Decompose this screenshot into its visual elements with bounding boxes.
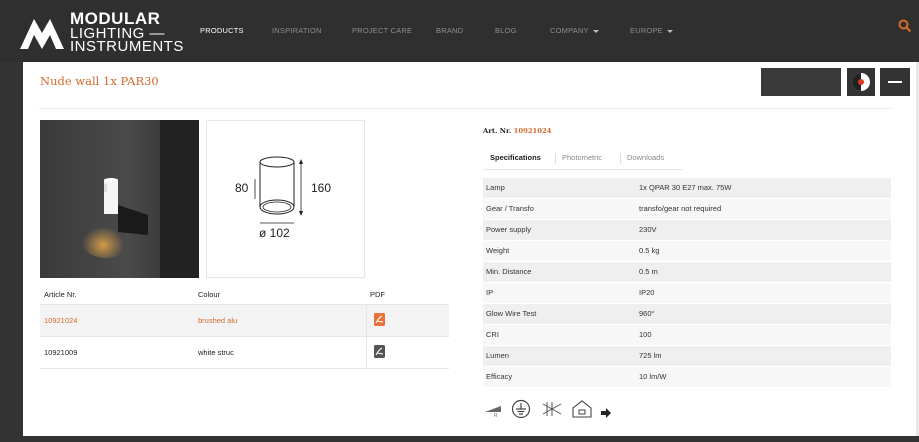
spec-row: Weight 0.5 kg — [483, 241, 891, 262]
minus-icon — [888, 81, 902, 83]
collapse-button[interactable] — [880, 68, 910, 96]
property-icons: R — [483, 398, 643, 420]
indoor-use-icon — [571, 399, 593, 423]
page-title: Nude wall 1x PAR30 — [40, 74, 159, 88]
article-table: Article Nr. Colour PDF 10921024 brushed … — [40, 286, 449, 369]
spec-row: Glow Wire Test 960° — [483, 304, 891, 325]
nav-blog[interactable]: BLOG — [495, 26, 517, 35]
spec-value: 0.5 kg — [639, 246, 660, 255]
chevron-down-icon — [666, 29, 673, 33]
article-nr[interactable]: 10921009 — [44, 337, 77, 368]
spec-key: CRI — [486, 330, 499, 339]
article-number-label: Art. Nr. — [483, 127, 512, 135]
dimension-drawing: 80 160 ø 102 — [206, 120, 365, 278]
tabs-underline — [483, 169, 683, 170]
spec-key: Glow Wire Test — [486, 309, 537, 318]
chevron-down-icon — [592, 29, 599, 33]
top-navigation-bar: MODULAR LIGHTING — INSTRUMENTS PRODUCTS … — [0, 0, 919, 62]
spec-row: Power supply 230V — [483, 220, 891, 241]
pdf-icon[interactable] — [374, 313, 385, 328]
table-row[interactable]: 10921009 white struc — [40, 337, 449, 369]
header-article-nr: Article Nr. — [44, 290, 77, 299]
nav-brand[interactable]: BRAND — [436, 26, 463, 35]
header-colour: Colour — [198, 290, 221, 299]
spec-key: Weight — [486, 246, 510, 255]
add-to-list-button[interactable] — [761, 68, 841, 96]
arrow-right-icon — [601, 403, 611, 422]
header-pdf: PDF — [370, 290, 385, 299]
spec-value: 230V — [639, 225, 657, 234]
nav-europe-label: EUROPE — [630, 26, 663, 35]
article-number: Art. Nr. 10921024 — [483, 127, 551, 135]
tab-photometric[interactable]: Photometric — [562, 148, 602, 168]
spec-key: IP — [486, 288, 494, 297]
no-insulation-cover-icon — [541, 400, 563, 422]
dimension-height-small: 80 — [235, 181, 249, 195]
color-toggle-button[interactable] — [847, 68, 875, 96]
pdf-icon[interactable] — [374, 345, 385, 360]
logo-mark-icon — [20, 19, 64, 49]
earth-ground-icon — [511, 399, 531, 423]
spec-value: 725 lm — [639, 351, 662, 360]
spec-value: 960° — [639, 309, 655, 318]
spec-row: Min. Distance 0.5 m — [483, 262, 891, 283]
divider — [39, 108, 891, 109]
dimension-diameter: ø 102 — [259, 226, 290, 240]
brand-line-3: INSTRUMENTS — [70, 38, 184, 55]
brand-logo[interactable]: MODULAR LIGHTING — INSTRUMENTS — [20, 10, 183, 54]
nav-project-care[interactable]: PROJECT CARE — [352, 26, 412, 35]
article-colour[interactable]: white struc — [198, 337, 234, 368]
spec-row: Lamp 1x QPAR 30 E27 max. 75W — [483, 178, 891, 199]
article-colour[interactable]: brushed alu — [198, 305, 237, 336]
product-panel: Nude wall 1x PAR30 80 160 ø 102 Article … — [23, 62, 916, 436]
contrast-icon — [852, 73, 870, 91]
spec-value: 10 lm/W — [639, 372, 667, 381]
nav-inspiration[interactable]: INSPIRATION — [272, 26, 322, 35]
svg-text:R: R — [494, 413, 498, 418]
spec-key: Efficacy — [486, 372, 513, 381]
tab-downloads[interactable]: Downloads — [627, 148, 664, 168]
spec-key: Gear / Transfo — [486, 204, 534, 213]
spec-key: Min. Distance — [486, 267, 532, 276]
spec-key: Lamp — [486, 183, 505, 192]
spec-key: Lumen — [486, 351, 509, 360]
dimmable-icon: R — [483, 400, 503, 422]
spec-value: transfo/gear not required — [639, 204, 722, 213]
specifications-table: Lamp 1x QPAR 30 E27 max. 75W Gear / Trans… — [483, 178, 891, 388]
tab-divider — [555, 153, 556, 164]
tab-specifications[interactable]: Specifications — [490, 148, 541, 168]
nav-europe[interactable]: EUROPE — [630, 26, 673, 35]
spec-key: Power supply — [486, 225, 532, 234]
spec-row: IP IP20 — [483, 283, 891, 304]
spec-row: Lumen 725 lm — [483, 346, 891, 367]
article-nr[interactable]: 10921024 — [44, 305, 77, 336]
spec-value: 0.5 m — [639, 267, 658, 276]
spec-row: CRI 100 — [483, 325, 891, 346]
article-number-value: 10921024 — [513, 127, 552, 135]
dimension-height-large: 160 — [311, 181, 331, 195]
spec-value: IP20 — [639, 288, 655, 297]
table-header: Article Nr. Colour PDF — [40, 286, 449, 305]
spec-row: Efficacy 10 lm/W — [483, 367, 891, 388]
spec-value: 100 — [639, 330, 652, 339]
nav-company-label: COMPANY — [550, 26, 589, 35]
nav-products[interactable]: PRODUCTS — [200, 26, 244, 35]
spec-tabs: Specifications Photometric Downloads — [483, 148, 683, 170]
search-icon[interactable] — [898, 18, 912, 33]
tab-divider — [620, 153, 621, 164]
nav-company[interactable]: COMPANY — [550, 26, 599, 35]
product-photo[interactable] — [40, 120, 199, 278]
table-row[interactable]: 10921024 brushed alu — [40, 305, 449, 337]
spec-row: Gear / Transfo transfo/gear not required — [483, 199, 891, 220]
spec-value: 1x QPAR 30 E27 max. 75W — [639, 183, 732, 192]
